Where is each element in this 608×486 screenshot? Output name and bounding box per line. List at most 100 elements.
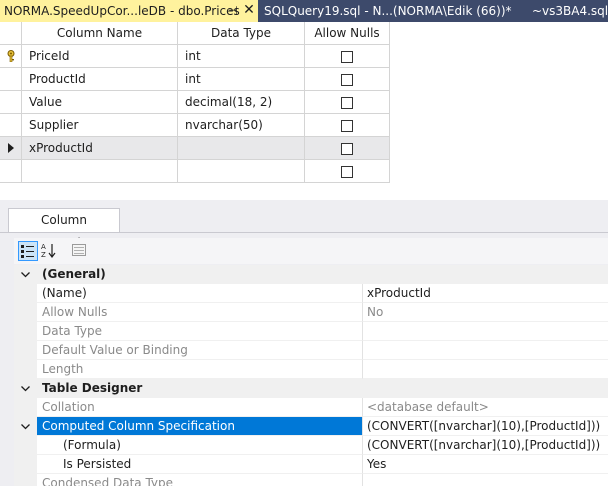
property-name: Is Persisted bbox=[37, 455, 363, 474]
svg-text:Z: Z bbox=[41, 251, 46, 259]
property-row-is-persisted[interactable]: Is Persisted Yes bbox=[14, 455, 608, 474]
gutter bbox=[14, 322, 37, 341]
property-name: Length bbox=[37, 360, 363, 379]
property-value[interactable] bbox=[363, 360, 608, 379]
gutter bbox=[14, 360, 37, 379]
property-value[interactable] bbox=[363, 341, 608, 360]
categorized-icon bbox=[21, 245, 34, 258]
tab-label: NORMA.SpeedUpCor...leDB - dbo.Prices bbox=[4, 4, 240, 18]
gutter bbox=[14, 341, 37, 360]
data-type-cell[interactable] bbox=[178, 137, 305, 160]
data-type-cell[interactable]: int bbox=[178, 45, 305, 68]
property-name: Data Type bbox=[37, 322, 363, 341]
property-pages-icon bbox=[72, 244, 86, 256]
property-name: Allow Nulls bbox=[37, 303, 363, 322]
data-type-cell[interactable]: nvarchar(50) bbox=[178, 114, 305, 137]
divider bbox=[0, 232, 608, 233]
column-name-cell[interactable] bbox=[22, 160, 178, 183]
table-row[interactable]: Supplier nvarchar(50) bbox=[0, 114, 390, 137]
property-value[interactable] bbox=[363, 474, 608, 486]
gutter bbox=[14, 455, 37, 474]
property-value[interactable]: (CONVERT([nvarchar](10),[ProductId])) bbox=[363, 417, 608, 436]
gutter bbox=[14, 436, 37, 455]
tab-sqlquery19[interactable]: SQLQuery19.sql - N...(NORMA\Edik (66))* bbox=[260, 0, 512, 22]
allow-nulls-checkbox[interactable] bbox=[341, 74, 353, 86]
property-row-formula[interactable]: (Formula) (CONVERT([nvarchar](10),[Produ… bbox=[14, 436, 608, 455]
row-header[interactable] bbox=[0, 114, 22, 137]
allow-nulls-checkbox[interactable] bbox=[341, 97, 353, 109]
allow-nulls-checkbox[interactable] bbox=[341, 51, 353, 63]
row-header[interactable] bbox=[0, 91, 22, 114]
header-data-type[interactable]: Data Type bbox=[178, 22, 305, 45]
property-name: Collation bbox=[37, 398, 363, 417]
data-type-cell[interactable]: decimal(18, 2) bbox=[178, 91, 305, 114]
grid-corner bbox=[0, 22, 22, 45]
row-header[interactable] bbox=[0, 68, 22, 91]
chevron-down-icon[interactable] bbox=[20, 383, 31, 394]
header-allow-nulls[interactable]: Allow Nulls bbox=[305, 22, 390, 45]
table-row-selected[interactable]: xProductId bbox=[0, 137, 390, 160]
pin-tab-icon[interactable]: ⊣ bbox=[226, 0, 240, 22]
properties-toolbar: A Z bbox=[14, 238, 608, 264]
property-row-computed-column-specification[interactable]: Computed Column Specification (CONVERT([… bbox=[14, 417, 608, 436]
table-row[interactable]: Value decimal(18, 2) bbox=[0, 91, 390, 114]
tab-prices-designer[interactable]: NORMA.SpeedUpCor...leDB - dbo.Prices bbox=[0, 0, 258, 22]
row-header[interactable] bbox=[0, 160, 22, 183]
svg-text:A: A bbox=[41, 243, 46, 251]
alphabetical-button[interactable]: A Z bbox=[40, 241, 60, 261]
property-value[interactable] bbox=[363, 322, 608, 341]
property-row-collation[interactable]: Collation <database default> bbox=[14, 398, 608, 417]
property-name: Table Designer bbox=[37, 379, 608, 398]
property-row-condensed-data-type[interactable]: Condensed Data Type bbox=[14, 474, 608, 486]
chevron-down-icon[interactable] bbox=[20, 269, 31, 280]
data-type-cell[interactable] bbox=[178, 160, 305, 183]
property-name: Condensed Data Type bbox=[37, 474, 363, 486]
gutter bbox=[14, 474, 37, 486]
property-name: Computed Column Specification bbox=[37, 417, 363, 436]
property-category-general[interactable]: (General) bbox=[14, 265, 608, 284]
property-row-default-value[interactable]: Default Value or Binding bbox=[14, 341, 608, 360]
row-pointer-icon bbox=[8, 143, 14, 153]
row-header[interactable] bbox=[0, 45, 22, 68]
property-name: (Name) bbox=[37, 284, 363, 303]
gutter bbox=[14, 284, 37, 303]
allow-nulls-checkbox[interactable] bbox=[341, 120, 353, 132]
data-type-cell[interactable]: int bbox=[178, 68, 305, 91]
property-row-data-type[interactable]: Data Type bbox=[14, 322, 608, 341]
property-row-name[interactable]: (Name) xProductId bbox=[14, 284, 608, 303]
property-category-table-designer[interactable]: Table Designer bbox=[14, 379, 608, 398]
property-name: Default Value or Binding bbox=[37, 341, 363, 360]
primary-key-icon bbox=[7, 50, 15, 62]
column-name-cell[interactable]: ProductId bbox=[22, 68, 178, 91]
column-name-cell[interactable]: xProductId bbox=[22, 137, 178, 160]
table-row[interactable]: PriceId int bbox=[0, 45, 390, 68]
allow-nulls-checkbox[interactable] bbox=[341, 143, 353, 155]
tab-column-properties[interactable]: Column Properties bbox=[8, 208, 120, 250]
property-value[interactable]: No bbox=[363, 303, 608, 322]
column-name-cell[interactable]: Value bbox=[22, 91, 178, 114]
column-name-cell[interactable]: Supplier bbox=[22, 114, 178, 137]
gutter bbox=[14, 417, 37, 436]
property-value[interactable]: Yes bbox=[363, 455, 608, 474]
property-pages-button[interactable] bbox=[70, 241, 90, 261]
property-value[interactable]: xProductId bbox=[363, 284, 608, 303]
categorized-button[interactable] bbox=[18, 241, 38, 261]
table-row-new[interactable] bbox=[0, 160, 390, 183]
property-name: (General) bbox=[37, 265, 608, 284]
property-row-allow-nulls[interactable]: Allow Nulls No bbox=[14, 303, 608, 322]
tab-vs3ba4[interactable]: ~vs3BA4.sql - N bbox=[528, 0, 608, 22]
chevron-down-icon[interactable] bbox=[20, 421, 31, 432]
header-column-name[interactable]: Column Name bbox=[22, 22, 178, 45]
close-tab-icon[interactable]: ✕ bbox=[242, 0, 256, 22]
table-row[interactable]: ProductId int bbox=[0, 68, 390, 91]
property-row-length[interactable]: Length bbox=[14, 360, 608, 379]
property-value[interactable]: <database default> bbox=[363, 398, 608, 417]
document-tab-strip: NORMA.SpeedUpCor...leDB - dbo.Prices ⊣ ✕… bbox=[0, 0, 608, 22]
column-name-cell[interactable]: PriceId bbox=[22, 45, 178, 68]
row-header[interactable] bbox=[0, 137, 22, 160]
gutter bbox=[14, 265, 37, 284]
gutter bbox=[14, 398, 37, 417]
allow-nulls-checkbox[interactable] bbox=[341, 166, 353, 178]
property-value[interactable]: (CONVERT([nvarchar](10),[ProductId])) bbox=[363, 436, 608, 455]
property-name: (Formula) bbox=[37, 436, 363, 455]
